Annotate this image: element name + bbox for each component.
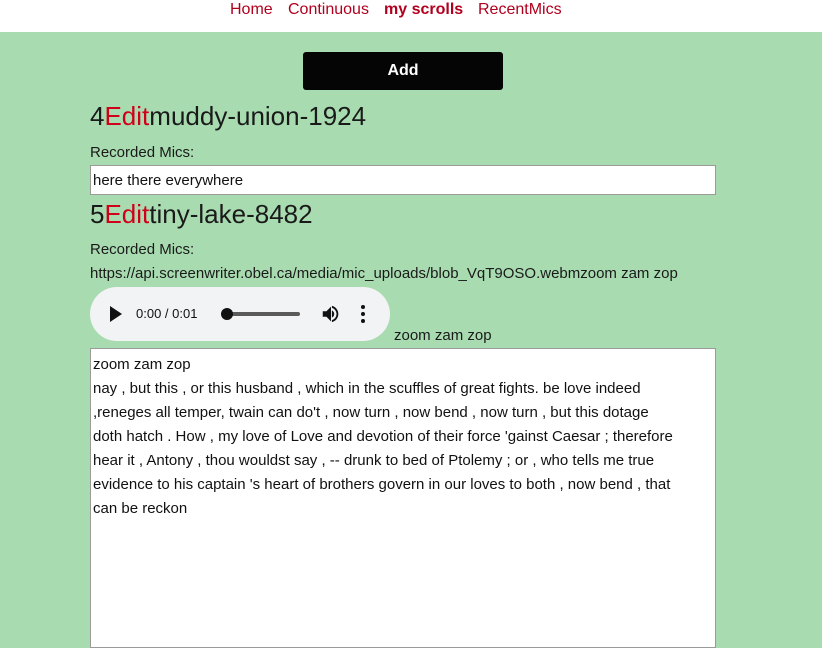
audio-seek-thumb[interactable] — [221, 308, 233, 320]
more-options-icon[interactable] — [358, 303, 368, 325]
text-line: hear it , Antony , thou wouldst say , --… — [93, 452, 655, 469]
scroll-name: tiny-lake-8482 — [149, 199, 313, 229]
nav-recent-mics-link[interactable]: RecentMics — [478, 0, 562, 20]
nav-home-link[interactable]: Home — [230, 0, 273, 20]
edit-link[interactable]: Edit — [104, 199, 149, 229]
text-line: evidence to his captain 's heart of brot… — [93, 476, 671, 493]
text-line: can be reckon — [93, 500, 188, 517]
scroll-title: 5Edittiny-lake-8482 — [90, 199, 313, 229]
text-line: zoom zam zop — [93, 356, 191, 373]
play-icon[interactable] — [110, 306, 122, 322]
scroll-id: 5 — [90, 199, 105, 229]
scroll-title: 4Editmuddy-union-1924 — [90, 101, 366, 131]
recorded-mics-input[interactable] — [90, 165, 716, 195]
mic-url-text: https://api.screenwriter.obel.ca/media/m… — [90, 265, 678, 282]
add-button[interactable]: Add — [303, 52, 503, 90]
text-line: nay , but this , or this husband , which… — [93, 380, 641, 397]
top-nav: Home Continuous my scrolls RecentMics — [0, 0, 822, 32]
nav-my-scrolls-link[interactable]: my scrolls — [384, 0, 463, 20]
audio-time: 0:00 / 0:01 — [136, 306, 198, 321]
audio-player: 0:00 / 0:01 — [90, 287, 390, 341]
volume-icon[interactable] — [320, 303, 342, 325]
recorded-mics-label: Recorded Mics: — [90, 241, 195, 258]
edit-link[interactable]: Edit — [104, 101, 149, 131]
recorded-mics-label: Recorded Mics: — [90, 144, 195, 161]
nav-continuous-link[interactable]: Continuous — [288, 0, 369, 20]
audio-caption: zoom zam zop — [394, 327, 492, 344]
scroll-text-area[interactable]: zoom zam zop nay , but this , or this hu… — [90, 348, 716, 648]
text-line: doth hatch . How , my love of Love and d… — [93, 428, 673, 445]
audio-seek-bar[interactable] — [221, 308, 300, 320]
text-line: ,reneges all temper, twain can do't , no… — [93, 404, 649, 421]
scroll-id: 4 — [90, 101, 105, 131]
scroll-name: muddy-union-1924 — [149, 101, 367, 131]
